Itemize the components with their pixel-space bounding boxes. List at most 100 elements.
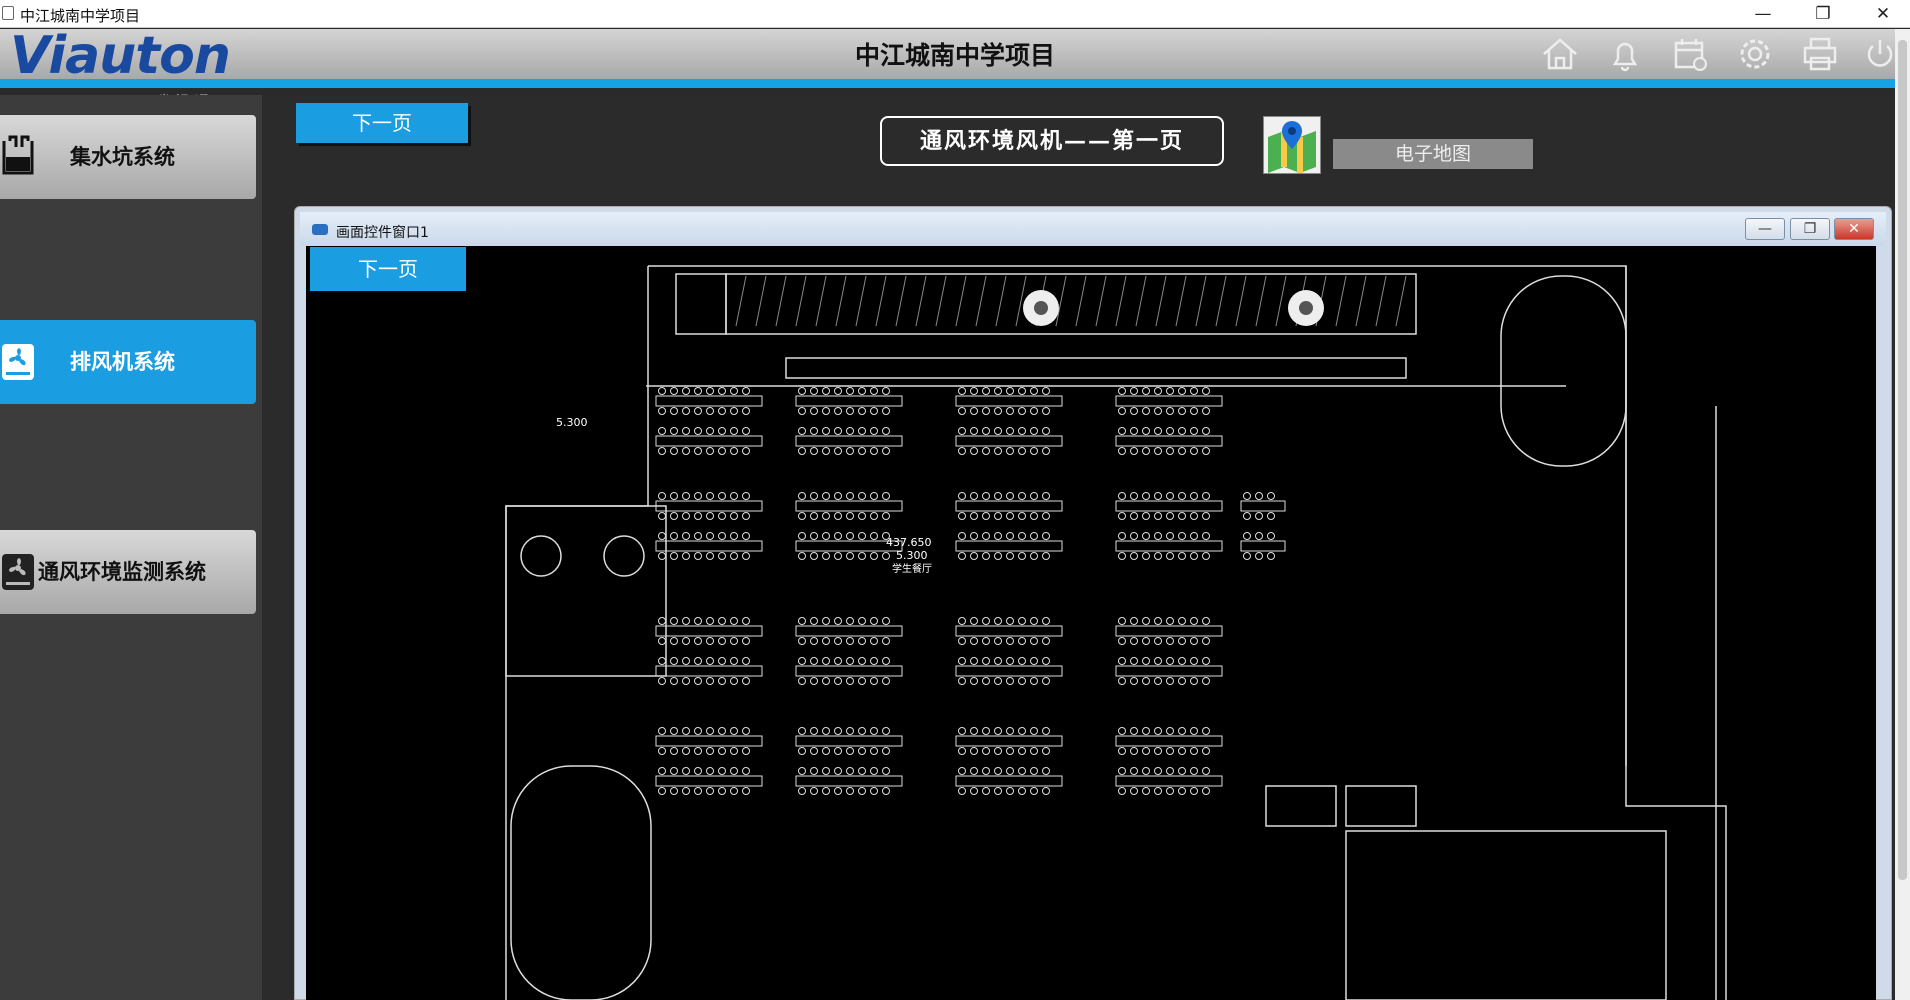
close-button[interactable]: ✕ (1860, 2, 1906, 26)
calendar-icon[interactable] (1670, 34, 1710, 74)
seat (1166, 767, 1174, 775)
seat (1178, 617, 1186, 625)
seat (958, 387, 966, 395)
seat (810, 532, 818, 540)
seat (670, 677, 678, 685)
seat (1018, 727, 1026, 735)
printer-icon[interactable] (1800, 34, 1840, 74)
seat (682, 747, 690, 755)
seat (742, 727, 750, 735)
seat (694, 657, 702, 665)
inner-maximize-button[interactable]: ❐ (1790, 218, 1830, 240)
map-icon[interactable] (1263, 116, 1321, 174)
seat (742, 617, 750, 625)
seat (670, 617, 678, 625)
seat (810, 427, 818, 435)
seat (822, 727, 830, 735)
seat (834, 447, 842, 455)
table (955, 500, 1063, 512)
electronic-map-button[interactable]: 电子地图 (1333, 139, 1533, 169)
seat (682, 512, 690, 520)
seat (1030, 657, 1038, 665)
seat (1042, 787, 1050, 795)
seat (658, 387, 666, 395)
table (655, 625, 763, 637)
seat (1042, 447, 1050, 455)
seat (834, 727, 842, 735)
maximize-button[interactable]: ❐ (1800, 2, 1846, 26)
seat (1130, 677, 1138, 685)
inner-close-button[interactable]: ✕ (1834, 218, 1874, 240)
sidebar-item-ventilation-monitoring[interactable]: 通风环境监测系统 (0, 530, 256, 614)
seat (970, 532, 978, 540)
sidebar-item-label: 集水坑系统 (70, 144, 175, 169)
seat (870, 657, 878, 665)
seat (1118, 617, 1126, 625)
seat (1006, 727, 1014, 735)
seat (1202, 677, 1210, 685)
table (1115, 540, 1223, 552)
seat (846, 787, 854, 795)
seat (822, 407, 830, 415)
seat (1178, 387, 1186, 395)
seat (834, 657, 842, 665)
seat (1202, 787, 1210, 795)
seat (798, 492, 806, 500)
seat (822, 657, 830, 665)
seat (958, 747, 966, 755)
table (1115, 735, 1223, 747)
seat (1018, 532, 1026, 540)
seat (958, 512, 966, 520)
seat (1042, 767, 1050, 775)
seat (1178, 532, 1186, 540)
scrollbar-thumb[interactable] (1898, 40, 1907, 880)
seat (810, 637, 818, 645)
seat (1190, 447, 1198, 455)
seat (1243, 532, 1251, 540)
table (655, 775, 763, 787)
seat (706, 512, 714, 520)
seat (1202, 427, 1210, 435)
seat (970, 787, 978, 795)
seat (718, 617, 726, 625)
seat (1178, 657, 1186, 665)
sidebar-item-exhaust-fan-system[interactable]: 排风机系统 (0, 320, 256, 404)
inner-minimize-button[interactable]: — (1745, 218, 1785, 240)
home-icon[interactable] (1540, 34, 1580, 74)
power-icon[interactable] (1860, 34, 1900, 74)
seat (1178, 787, 1186, 795)
sidebar-item-sump-system[interactable]: 集水坑系统 (0, 115, 256, 199)
seat (798, 657, 806, 665)
seat (982, 427, 990, 435)
seat (846, 637, 854, 645)
seat (706, 677, 714, 685)
minimize-button[interactable]: — (1740, 2, 1786, 26)
inner-next-page-button[interactable]: 下一页 (310, 247, 466, 291)
seat (870, 787, 878, 795)
seat (718, 492, 726, 500)
seat (658, 512, 666, 520)
seat (730, 532, 738, 540)
seat (1042, 677, 1050, 685)
seat (970, 617, 978, 625)
seat (1030, 747, 1038, 755)
bell-icon[interactable] (1605, 34, 1645, 74)
seat (994, 727, 1002, 735)
seat (882, 407, 890, 415)
seat (810, 727, 818, 735)
seat (958, 727, 966, 735)
seat (982, 727, 990, 735)
seat (1154, 617, 1162, 625)
seat (1142, 532, 1150, 540)
seat (694, 447, 702, 455)
seat (1130, 552, 1138, 560)
seat (982, 657, 990, 665)
seat (718, 747, 726, 755)
next-page-button[interactable]: 下一页 (296, 103, 468, 143)
page-heading: 通风环境风机——第一页 (880, 116, 1224, 166)
gear-icon[interactable] (1735, 34, 1775, 74)
seat (1166, 512, 1174, 520)
seat (858, 677, 866, 685)
seat (834, 512, 842, 520)
seat (834, 767, 842, 775)
